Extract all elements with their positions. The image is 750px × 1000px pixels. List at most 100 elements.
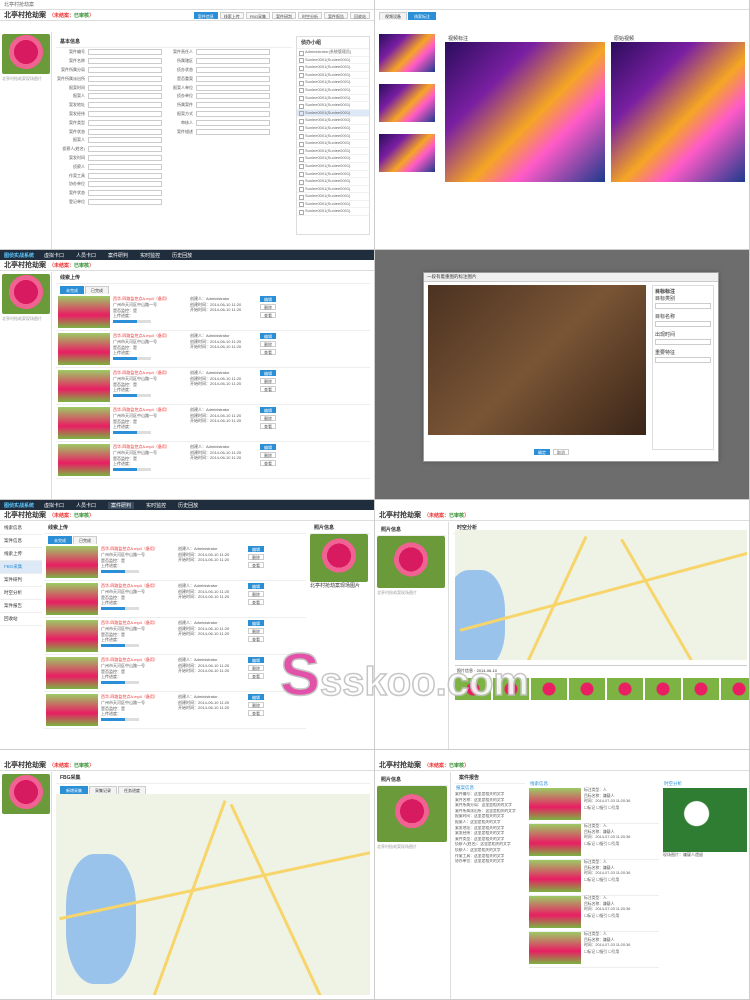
field-input[interactable] xyxy=(88,146,162,153)
field-input[interactable] xyxy=(88,128,162,135)
clue-action-button[interactable]: 编辑 xyxy=(248,657,264,663)
clue-action-button[interactable]: 删除 xyxy=(260,452,276,458)
check-option[interactable]: ☐标记 xyxy=(584,950,596,954)
video-thumb[interactable] xyxy=(379,84,435,122)
film-thumb[interactable] xyxy=(721,678,749,700)
nav-item[interactable]: 历史回放 xyxy=(172,252,192,259)
check-option[interactable]: ☐指引 xyxy=(596,950,608,954)
check-option[interactable]: ☐引用 xyxy=(608,806,619,810)
people-item[interactable]: Sunlee0001(Sunlee0001) xyxy=(297,133,369,141)
annotation-input[interactable] xyxy=(655,303,711,309)
field-input[interactable] xyxy=(88,137,162,144)
people-item[interactable]: Sunlee0001(Sunlee0001) xyxy=(297,79,369,87)
nav-item[interactable]: 历史回放 xyxy=(178,502,198,509)
check-option[interactable]: ☐标记 xyxy=(584,806,596,810)
people-item[interactable]: Sunlee0001(Sunlee0001) xyxy=(297,64,369,72)
tab-progress[interactable]: 任务进度 xyxy=(118,786,146,794)
field-input[interactable] xyxy=(196,84,270,91)
clue-thumb[interactable] xyxy=(529,788,581,820)
tab-video-device[interactable]: 视频设备 xyxy=(379,12,407,20)
people-item[interactable]: Sunlee0001(Sunlee0001) xyxy=(297,57,369,65)
flower-photo[interactable] xyxy=(663,788,747,852)
annotation-input[interactable] xyxy=(655,339,711,345)
toolbar-button[interactable]: 回收站 xyxy=(350,11,370,19)
toolbar-button[interactable]: 案件研判 xyxy=(272,11,296,19)
side-menu-item[interactable]: 时空分析 xyxy=(0,587,42,600)
field-input[interactable] xyxy=(88,154,162,161)
clue-thumb[interactable] xyxy=(58,407,110,439)
check-option[interactable]: ☐引用 xyxy=(608,842,619,846)
annotation-input[interactable] xyxy=(655,321,711,327)
field-input[interactable] xyxy=(88,66,162,73)
clue-thumb[interactable] xyxy=(529,824,581,856)
people-item[interactable]: Sunlee0001(Sunlee0001) xyxy=(297,109,369,118)
field-input[interactable] xyxy=(88,75,162,82)
clue-action-button[interactable]: 查看 xyxy=(260,386,276,392)
tab-pending[interactable]: 未完成 xyxy=(60,286,84,294)
clue-action-button[interactable]: 删除 xyxy=(260,378,276,384)
toolbar-button[interactable]: 时空分析 xyxy=(298,11,322,19)
clue-thumb[interactable] xyxy=(58,296,110,328)
annotation-input[interactable] xyxy=(655,357,711,363)
field-input[interactable] xyxy=(196,102,270,109)
clue-action-button[interactable]: 查看 xyxy=(260,349,276,355)
toolbar-button[interactable]: 案件报告 xyxy=(324,11,348,19)
clue-thumb[interactable] xyxy=(529,896,581,928)
toolbar-button[interactable]: 案件信息 xyxy=(193,11,218,19)
clue-action-button[interactable]: 删除 xyxy=(248,554,264,560)
clue-action-button[interactable]: 查看 xyxy=(248,636,264,642)
side-menu-item[interactable]: 案件研判 xyxy=(0,574,42,587)
people-item[interactable]: Sunlee0001(Sunlee0001) xyxy=(297,117,369,125)
clue-thumb[interactable] xyxy=(529,860,581,892)
field-input[interactable] xyxy=(88,163,162,170)
clue-action-button[interactable]: 删除 xyxy=(248,702,264,708)
map-view[interactable] xyxy=(56,794,370,995)
field-input[interactable] xyxy=(88,84,162,91)
people-item[interactable]: Sunlee0001(Sunlee0001) xyxy=(297,171,369,179)
rose-photo[interactable] xyxy=(2,34,50,74)
tab-pending[interactable]: 未完成 xyxy=(48,536,72,544)
check-option[interactable]: ☐标记 xyxy=(584,878,596,882)
toolbar-button[interactable]: FBG采集 xyxy=(245,11,270,19)
annotated-video[interactable] xyxy=(445,42,605,182)
clue-action-button[interactable]: 删除 xyxy=(248,591,264,597)
clue-thumb[interactable] xyxy=(46,694,98,726)
film-thumb[interactable] xyxy=(683,678,719,700)
bouquet-photo[interactable] xyxy=(428,285,646,435)
clue-action-button[interactable]: 删除 xyxy=(248,628,264,634)
tab-new[interactable]: 新增采集 xyxy=(60,786,88,794)
people-header[interactable]: Administrator(系统管理员) xyxy=(297,49,369,57)
field-input[interactable] xyxy=(196,75,270,82)
film-thumb[interactable] xyxy=(607,678,643,700)
check-option[interactable]: ☐指引 xyxy=(596,878,608,882)
field-input[interactable] xyxy=(88,110,162,117)
people-item[interactable]: Sunlee0001(Sunlee0001) xyxy=(297,186,369,194)
video-thumb[interactable] xyxy=(379,34,435,72)
clue-action-button[interactable]: 编辑 xyxy=(248,694,264,700)
field-input[interactable] xyxy=(196,66,270,73)
people-item[interactable]: Sunlee0001(Sunlee0001) xyxy=(297,140,369,148)
field-input[interactable] xyxy=(196,49,270,56)
side-menu-item[interactable]: 案件信息 xyxy=(0,535,42,548)
clue-action-button[interactable]: 查看 xyxy=(248,710,264,716)
clue-action-button[interactable]: 删除 xyxy=(260,415,276,421)
clue-action-button[interactable]: 查看 xyxy=(248,673,264,679)
clue-action-button[interactable]: 查看 xyxy=(260,460,276,466)
film-thumb[interactable] xyxy=(531,678,567,700)
side-menu-item[interactable]: 线索信息 xyxy=(0,522,42,535)
check-option[interactable]: ☐引用 xyxy=(608,878,619,882)
tab-done[interactable]: 已完成 xyxy=(85,286,109,294)
people-item[interactable]: Sunlee0001(Sunlee0001) xyxy=(297,102,369,110)
clue-thumb[interactable] xyxy=(46,546,98,578)
check-option[interactable]: ☐标记 xyxy=(584,914,596,918)
clue-thumb[interactable] xyxy=(58,333,110,365)
film-thumb[interactable] xyxy=(645,678,681,700)
people-item[interactable]: Sunlee0001(Sunlee0001) xyxy=(297,208,369,217)
nav-item[interactable]: 实时监控 xyxy=(146,502,166,509)
clue-action-button[interactable]: 编辑 xyxy=(248,583,264,589)
field-input[interactable] xyxy=(88,198,162,205)
tab-clue-annotation[interactable]: 线索标注 xyxy=(408,12,436,20)
ok-button[interactable]: 确定 xyxy=(534,449,550,455)
people-item[interactable]: Sunlee0001(Sunlee0001) xyxy=(297,155,369,163)
field-input[interactable] xyxy=(196,58,270,65)
